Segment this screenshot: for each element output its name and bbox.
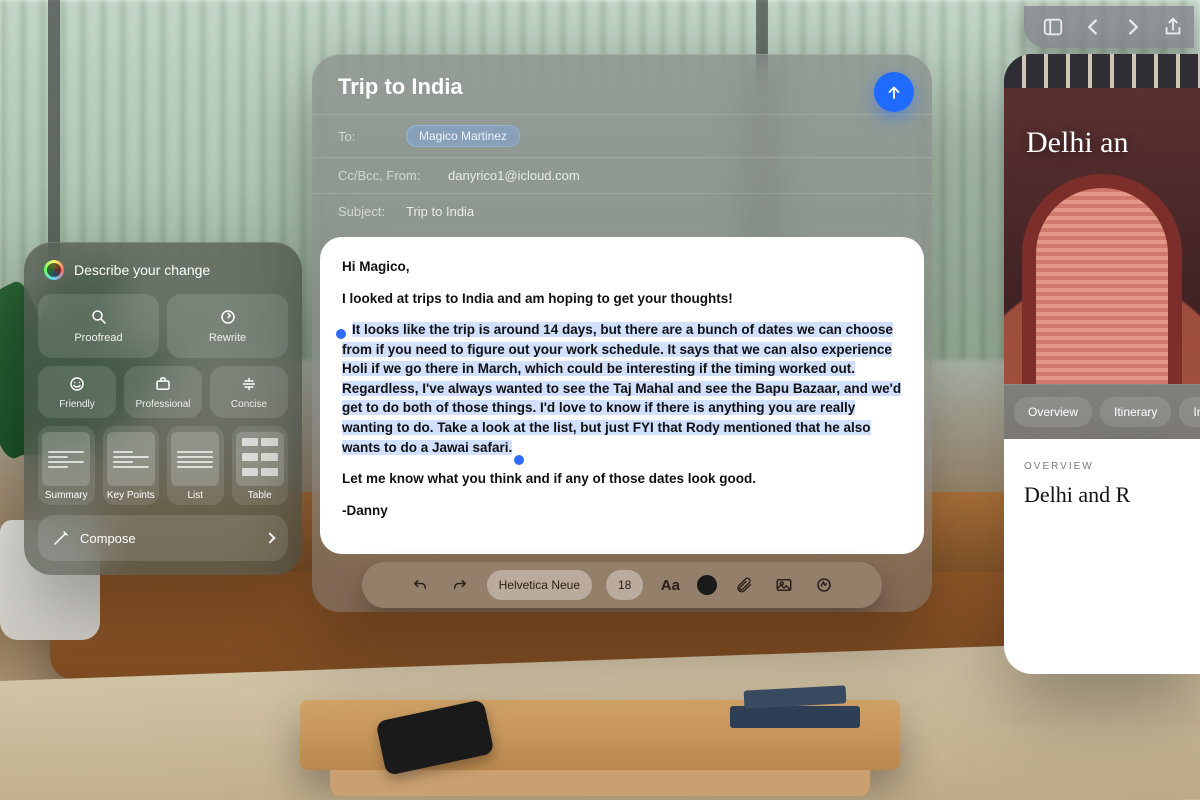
tab-info[interactable]: Info bbox=[1179, 397, 1200, 427]
font-family-selector[interactable]: Helvetica Neue bbox=[487, 570, 592, 600]
chevron-right-icon bbox=[264, 532, 275, 543]
doc-hero-title: Delhi an bbox=[1026, 126, 1128, 160]
subject-value: Trip to India bbox=[406, 204, 474, 219]
forward-icon[interactable] bbox=[1122, 16, 1144, 38]
tab-itinerary[interactable]: Itinerary bbox=[1100, 397, 1171, 427]
doc-content: OVERVIEW Delhi and R bbox=[1004, 439, 1200, 674]
summary-button[interactable]: Summary bbox=[38, 426, 95, 505]
rewrite-icon bbox=[219, 308, 237, 326]
format-toolbar: Helvetica Neue 18 Aa bbox=[362, 562, 882, 608]
magnify-icon bbox=[90, 308, 108, 326]
writing-tools-title: Describe your change bbox=[74, 262, 210, 278]
concise-icon bbox=[240, 375, 258, 393]
body-greeting: Hi Magico, bbox=[342, 257, 902, 277]
briefcase-icon bbox=[154, 375, 172, 393]
selection-end-handle[interactable] bbox=[514, 455, 524, 465]
subject-label: Subject: bbox=[338, 204, 396, 219]
smile-icon bbox=[68, 375, 86, 393]
send-button[interactable] bbox=[874, 72, 914, 112]
share-icon[interactable] bbox=[1162, 16, 1184, 38]
document-window: Delhi an Overview Itinerary Info OVERVIE… bbox=[1004, 54, 1200, 674]
mail-compose-window: Trip to India To: Magico Martinez Cc/Bcc… bbox=[312, 54, 932, 612]
recipient-pill[interactable]: Magico Martinez bbox=[406, 125, 520, 147]
text-format-button[interactable]: Aa bbox=[657, 572, 683, 598]
back-icon[interactable] bbox=[1082, 16, 1104, 38]
subject-field[interactable]: Subject: Trip to India bbox=[312, 193, 932, 229]
doc-heading: Delhi and R bbox=[1024, 482, 1180, 508]
concise-button[interactable]: Concise bbox=[210, 366, 288, 418]
rewrite-button[interactable]: Rewrite bbox=[167, 294, 288, 358]
table-button[interactable]: Table bbox=[232, 426, 289, 505]
doc-tabs: Overview Itinerary Info bbox=[1004, 384, 1200, 439]
overview-label: OVERVIEW bbox=[1024, 461, 1180, 472]
writing-tools-header[interactable]: Describe your change bbox=[38, 258, 288, 294]
selected-text: It looks like the trip is around 14 days… bbox=[342, 322, 901, 454]
attachment-button[interactable] bbox=[731, 572, 757, 598]
body-signature: -Danny bbox=[342, 501, 902, 521]
body-closing: Let me know what you think and if any of… bbox=[342, 469, 902, 489]
list-button[interactable]: List bbox=[167, 426, 224, 505]
arrow-up-icon bbox=[885, 83, 903, 101]
doc-window-controls bbox=[1024, 6, 1194, 48]
keypoints-button[interactable]: Key Points bbox=[103, 426, 160, 505]
summary-thumb-icon bbox=[42, 432, 90, 486]
redo-button[interactable] bbox=[447, 572, 473, 598]
body-intro: I looked at trips to India and am hoping… bbox=[342, 289, 902, 309]
to-field[interactable]: To: Magico Martinez bbox=[312, 114, 932, 157]
from-value: danyrico1@icloud.com bbox=[448, 168, 580, 183]
from-field[interactable]: Cc/Bcc, From: danyrico1@icloud.com bbox=[312, 157, 932, 193]
tab-overview[interactable]: Overview bbox=[1014, 397, 1092, 427]
mail-body[interactable]: Hi Magico, I looked at trips to India an… bbox=[320, 237, 924, 554]
photo-button[interactable] bbox=[771, 572, 797, 598]
to-label: To: bbox=[338, 129, 396, 144]
mail-title: Trip to India bbox=[338, 74, 906, 100]
selection-start-handle[interactable] bbox=[336, 329, 346, 339]
sidebar-toggle-icon[interactable] bbox=[1042, 16, 1064, 38]
professional-button[interactable]: Professional bbox=[124, 366, 202, 418]
compose-button[interactable]: Compose bbox=[38, 515, 288, 561]
sparkle-icon bbox=[44, 260, 64, 280]
wand-icon bbox=[52, 529, 70, 547]
friendly-button[interactable]: Friendly bbox=[38, 366, 116, 418]
proofread-button[interactable]: Proofread bbox=[38, 294, 159, 358]
list-thumb-icon bbox=[171, 432, 219, 486]
undo-button[interactable] bbox=[407, 572, 433, 598]
text-color-button[interactable] bbox=[697, 575, 717, 595]
font-size-selector[interactable]: 18 bbox=[606, 570, 643, 600]
markup-button[interactable] bbox=[811, 572, 837, 598]
from-label: Cc/Bcc, From: bbox=[338, 168, 438, 183]
writing-tools-panel: Describe your change Proofread Rewrite F… bbox=[24, 242, 302, 575]
table-thumb-icon bbox=[236, 432, 284, 486]
keypoints-thumb-icon bbox=[107, 432, 155, 486]
doc-hero-image: Delhi an bbox=[1004, 54, 1200, 384]
body-selected-paragraph: It looks like the trip is around 14 days… bbox=[342, 320, 902, 457]
